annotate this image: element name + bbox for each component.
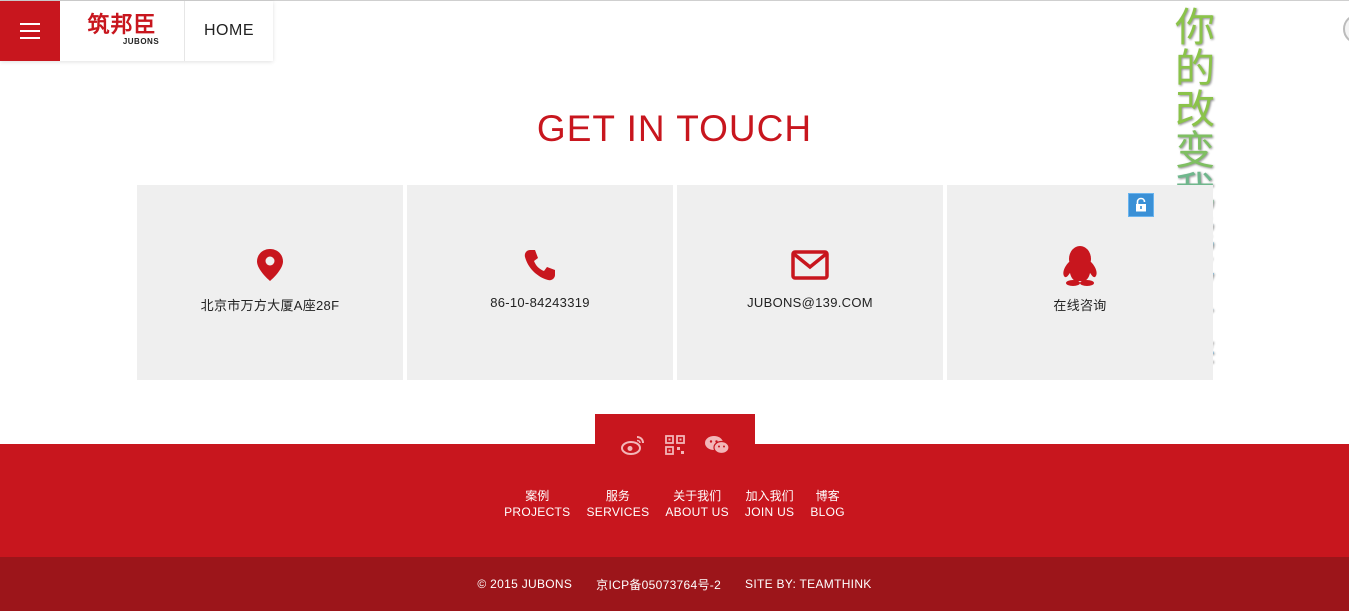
contact-email-label: JUBONS@139.COM [747, 295, 873, 310]
nav-label-en: BLOG [810, 505, 845, 519]
location-pin-icon [250, 245, 290, 285]
section-title: GET IN TOUCH [536, 108, 813, 149]
footer-nav-blog[interactable]: 博客 BLOG [802, 489, 853, 520]
phone-icon [520, 245, 560, 285]
contact-card-email[interactable]: JUBONS@139.COM [677, 185, 943, 380]
nav-label-cn: 关于我们 [673, 489, 722, 503]
side-scroll-button[interactable] [1343, 14, 1349, 44]
nav-label-en: SERVICES [586, 505, 650, 519]
logo-english-text: JUBONS [122, 37, 160, 46]
site-credit-link[interactable]: SITE BY: TEAMTHINK [745, 577, 872, 591]
hamburger-menu-button[interactable] [0, 1, 60, 61]
nav-label-cn: 案例 [525, 489, 550, 503]
contact-phone-label: 86-10-84243319 [490, 295, 590, 310]
overlay-char: 的 [1175, 46, 1215, 92]
nav-label-en: PROJECTS [504, 505, 571, 519]
contact-card-phone[interactable]: 86-10-84243319 [407, 185, 673, 380]
icp-link[interactable]: 京ICP备05073764号-2 [596, 576, 721, 593]
nav-label-en: ABOUT US [665, 505, 729, 519]
footer-nav-services[interactable]: 服务 SERVICES [579, 489, 658, 520]
copyright-text: © 2015 JUBONS [477, 577, 573, 591]
home-link[interactable]: HOME [185, 1, 273, 61]
footer-nav-projects[interactable]: 案例 PROJECTS [496, 489, 578, 520]
contact-card-qq[interactable]: 在线咨询 [947, 185, 1213, 380]
wechat-icon[interactable] [704, 433, 730, 457]
site-header: 筑邦臣 JUBONS HOME [0, 1, 273, 61]
logo-chinese-text: 筑邦臣 [87, 13, 157, 38]
nav-label-en: JOIN US [744, 505, 795, 519]
qq-penguin-icon [1060, 245, 1100, 286]
weibo-icon[interactable] [620, 433, 646, 457]
qr-code-icon[interactable] [662, 433, 688, 457]
contact-cards: 北京市万方大厦A座28F 86-10-84243319 JUBONS@139.C… [137, 185, 1213, 380]
nav-label-cn: 服务 [605, 489, 630, 503]
footer-nav: 案例 PROJECTS 服务 SERVICES 关于我们 ABOUT US 加入… [0, 489, 1349, 520]
overlay-char: 你 [1175, 5, 1215, 51]
nav-label-cn: 博客 [815, 489, 840, 503]
menu-bar [20, 23, 40, 25]
menu-bar [20, 37, 40, 39]
lock-icon[interactable] [1128, 193, 1154, 217]
nav-label-cn: 加入我们 [745, 489, 794, 503]
footer-nav-about[interactable]: 关于我们 ABOUT US [657, 489, 737, 520]
site-logo[interactable]: 筑邦臣 JUBONS [60, 1, 185, 61]
menu-bar [20, 30, 40, 32]
footer-bottom-bar: © 2015 JUBONS 京ICP备05073764号-2 SITE BY: … [0, 557, 1349, 611]
footer-nav-join[interactable]: 加入我们 JOIN US [737, 489, 802, 520]
envelope-icon [790, 245, 830, 285]
social-links [595, 430, 755, 460]
contact-card-address[interactable]: 北京市万方大厦A座28F [137, 185, 403, 380]
contact-address-label: 北京市万方大厦A座28F [200, 298, 340, 313]
contact-qq-label: 在线咨询 [1053, 298, 1107, 313]
